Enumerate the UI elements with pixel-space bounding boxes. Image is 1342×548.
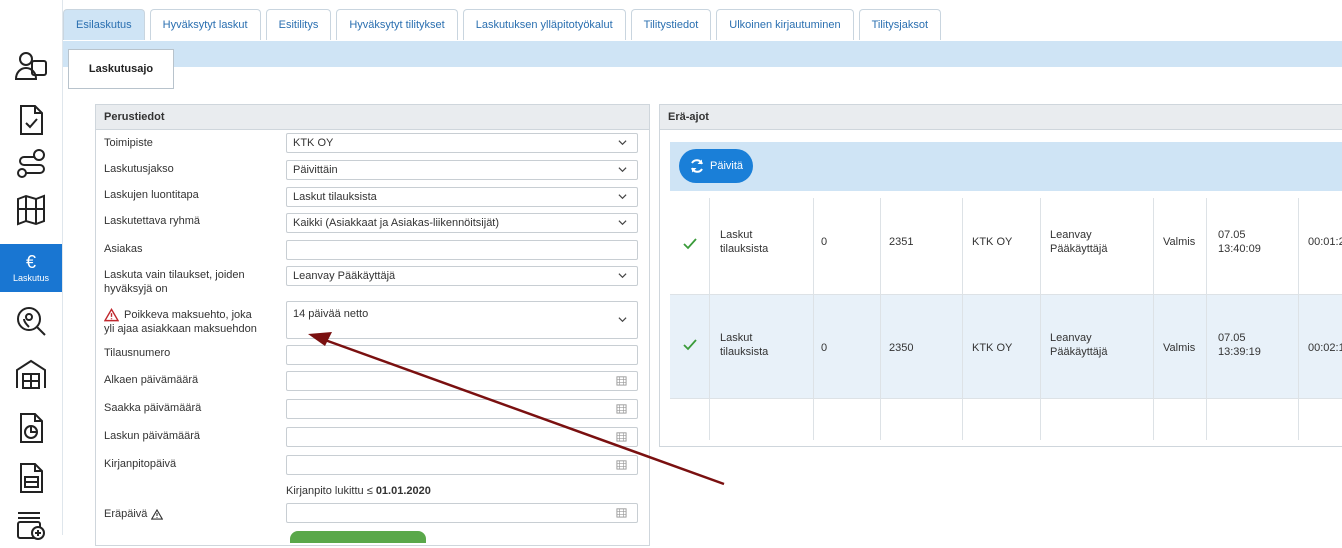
annotation-arrow xyxy=(308,332,725,486)
